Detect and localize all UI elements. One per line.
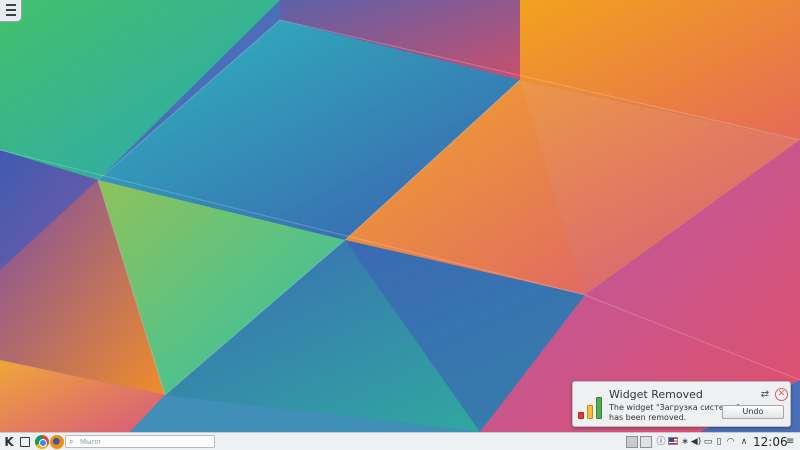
panel-menu-icon[interactable]: ≡ [786,434,794,450]
notification-body-line1: The widget "Загрузка системы" [609,403,740,412]
battery-icon[interactable]: ▯ [714,435,724,449]
desktop-wallpaper [0,0,800,432]
network-icon[interactable]: ◠ [725,435,736,449]
search-icon: ⌕ [69,437,74,446]
notification-settings-icon[interactable]: ⇄ [758,388,772,402]
info-icon[interactable]: ⓘ [655,435,667,449]
virtual-desktop-1[interactable] [626,436,638,448]
clipboard-icon[interactable]: ▭ [703,435,713,449]
kde-icon[interactable]: K [2,435,16,449]
notification-body: The widget "Загрузка системы" has been r… [609,403,740,423]
search-input[interactable]: ⌕ Мыпп [65,435,215,448]
search-placeholder: Мыпп [80,438,101,446]
system-load-bars-icon [577,391,607,419]
desktop-toolbox-button[interactable] [0,0,22,22]
flag-icon[interactable] [668,437,678,445]
chrome-icon[interactable] [35,435,49,449]
firefox-icon[interactable] [50,435,64,449]
virtual-desktop-2[interactable] [640,436,652,448]
notification-popup: Widget Removed The widget "Загрузка сист… [572,381,791,427]
taskbar-panel: K ⌕ Мыпп ⓘ ∗ ◀) ▭ ▯ ◠ ∧ 12:06 ≡ [0,432,800,450]
undo-button[interactable]: Undo [722,405,784,419]
bluetooth-icon[interactable]: ∗ [680,435,690,449]
file-manager-icon[interactable] [18,435,32,449]
notification-title: Widget Removed [609,388,703,401]
volume-icon[interactable]: ◀) [690,435,702,449]
close-icon[interactable]: ✕ [775,388,788,401]
hamburger-icon [6,4,16,17]
expand-arrow-icon[interactable]: ∧ [738,435,750,449]
clock[interactable]: 12:06 [753,434,788,450]
notification-body-line2: has been removed. [609,413,687,422]
